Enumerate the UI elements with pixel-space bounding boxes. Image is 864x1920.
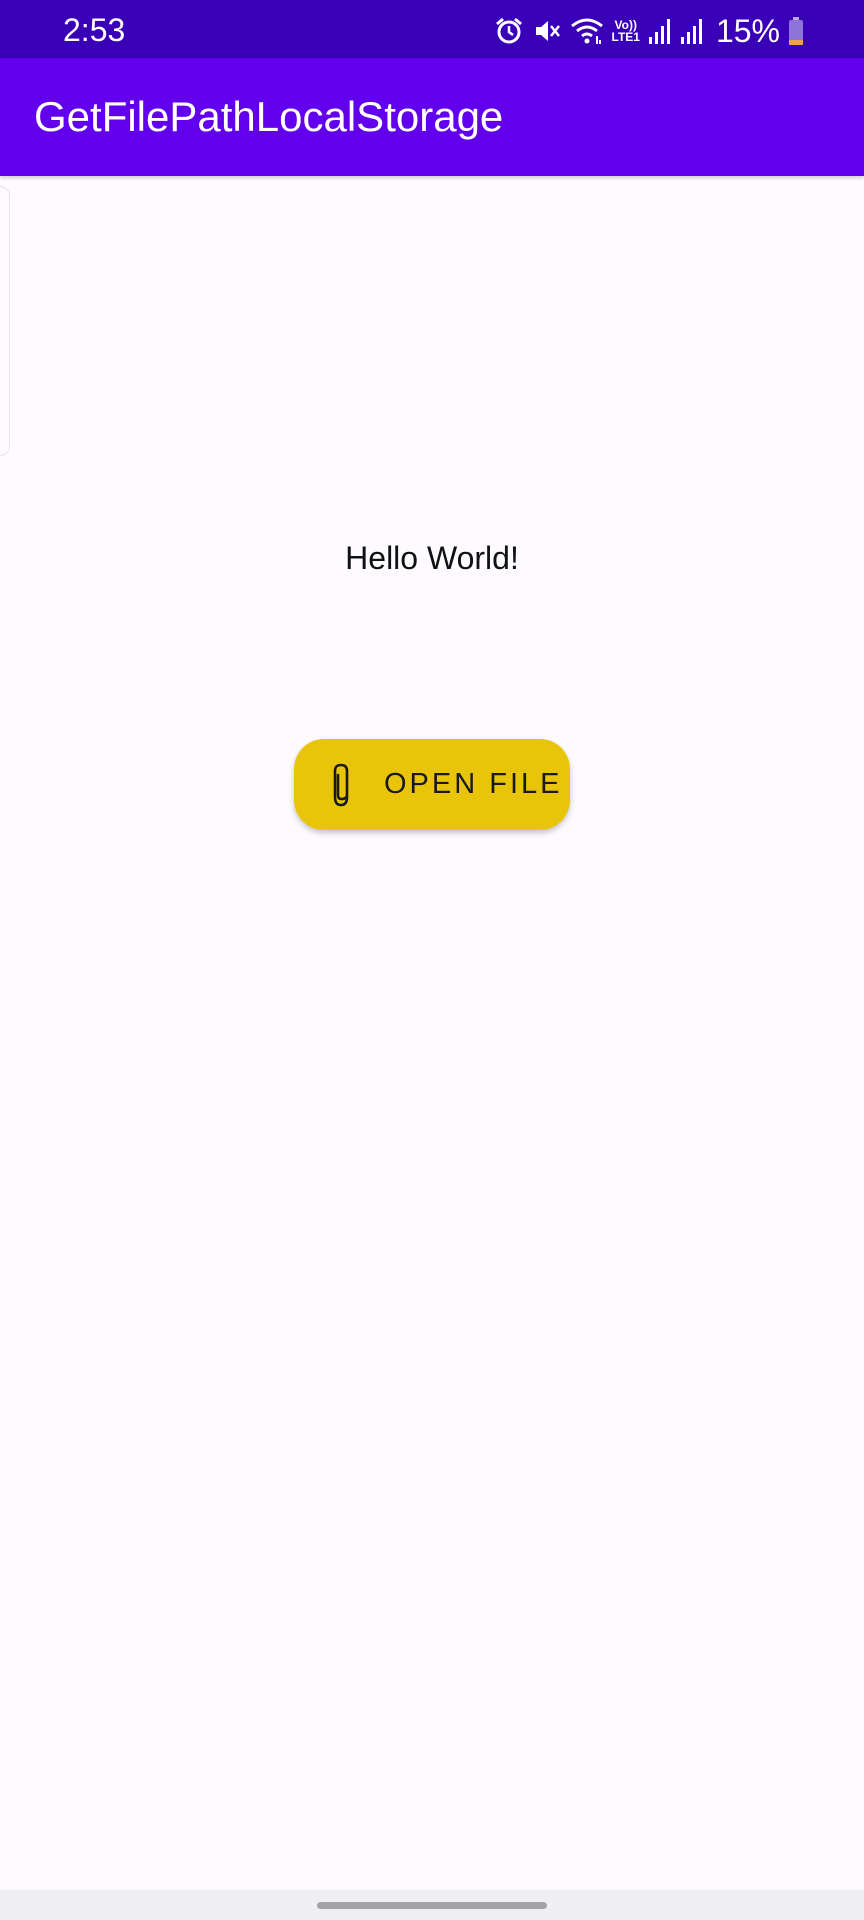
edge-card — [0, 186, 10, 456]
signal-icon-2 — [680, 17, 704, 45]
volte-indicator: Vo)) LTE1 — [612, 19, 640, 43]
app-bar: GetFilePathLocalStorage — [0, 58, 864, 176]
app-title: GetFilePathLocalStorage — [34, 93, 504, 140]
open-file-button[interactable]: OPEN FILE — [294, 739, 570, 830]
status-icons: Vo)) LTE1 15% — [494, 14, 805, 48]
battery-percent: 15% — [715, 13, 780, 49]
hello-text: Hello World! — [345, 540, 519, 576]
alarm-icon — [494, 16, 524, 46]
signal-icon — [648, 17, 672, 45]
status-time: 2:53 — [63, 12, 126, 48]
screen: 2:53 Vo)) LTE1 15% GetFilePathLocalStora… — [0, 0, 864, 1920]
mute-icon — [532, 16, 562, 46]
volte-bottom: LTE1 — [611, 30, 640, 44]
navigation-bar — [0, 1890, 864, 1920]
wifi-icon — [570, 16, 604, 46]
status-bar: 2:53 Vo)) LTE1 15% — [0, 0, 864, 58]
home-gesture-handle[interactable] — [317, 1902, 547, 1909]
open-file-label: OPEN FILE — [384, 768, 563, 800]
paperclip-icon — [324, 760, 360, 810]
battery-icon — [788, 16, 804, 46]
